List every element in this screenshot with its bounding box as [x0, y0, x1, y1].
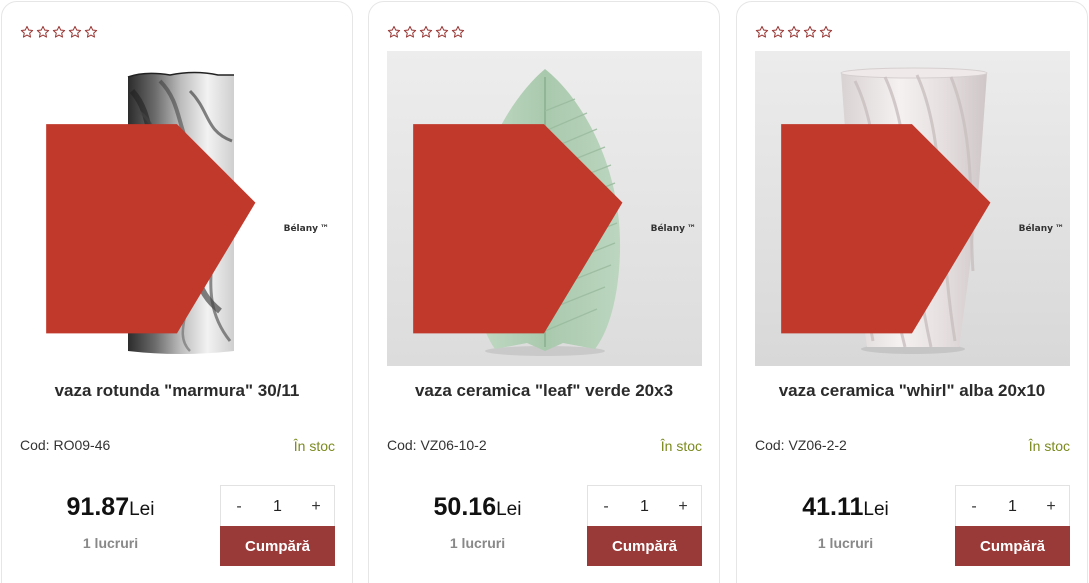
- product-price: 41.11Lei: [755, 493, 936, 522]
- product-image[interactable]: Bélany ™: [387, 51, 702, 366]
- star-icon: [755, 25, 769, 38]
- unit-count: 1 lucruri: [817, 535, 874, 551]
- stock-status: În stoc: [1028, 438, 1070, 454]
- qty-increase-button[interactable]: +: [665, 487, 701, 527]
- qty-increase-button[interactable]: +: [1033, 487, 1069, 527]
- star-icon: [20, 25, 34, 38]
- product-price: 50.16Lei: [387, 493, 568, 522]
- product-code: Cod: RO09-46: [20, 437, 111, 453]
- brand-mark-icon: [781, 124, 991, 334]
- rating-stars[interactable]: [20, 25, 98, 39]
- stock-status: În stoc: [660, 438, 702, 454]
- quantity-input[interactable]: [625, 491, 664, 522]
- price-value: 50.16: [433, 493, 497, 521]
- product-card: Bélany ™ vaza ceramica "leaf" verde 20x3 …: [368, 1, 720, 583]
- product-title[interactable]: vaza rotunda "marmura" 30/11: [2, 381, 352, 401]
- qty-decrease-button[interactable]: -: [588, 487, 624, 527]
- product-image[interactable]: Bélany ™: [755, 51, 1070, 366]
- star-icon: [771, 25, 785, 38]
- quantity-stepper: - +: [220, 485, 335, 527]
- product-code: Cod: VZ06-2-2: [755, 437, 847, 453]
- buy-button[interactable]: Cumpără: [587, 526, 702, 566]
- quantity-input[interactable]: [993, 491, 1032, 522]
- quantity-input[interactable]: [258, 491, 297, 522]
- rating-stars[interactable]: [387, 25, 465, 39]
- price-value: 91.87: [66, 493, 130, 521]
- quantity-stepper: - +: [587, 485, 702, 527]
- product-card: Bélany ™ vaza ceramica "whirl" alba 20x10…: [736, 1, 1088, 583]
- price-value: 41.11: [802, 493, 864, 521]
- star-icon: [36, 25, 50, 38]
- brand-name: Bélany: [283, 224, 318, 235]
- buy-button[interactable]: Cumpără: [955, 526, 1070, 566]
- buy-button[interactable]: Cumpără: [220, 526, 335, 566]
- rating-stars[interactable]: [755, 25, 833, 39]
- product-card: Bélany ™ vaza rotunda "marmura" 30/11 Cod…: [1, 1, 353, 583]
- unit-count: 1 lucruri: [82, 535, 139, 551]
- qty-increase-button[interactable]: +: [298, 487, 334, 527]
- product-title[interactable]: vaza ceramica "leaf" verde 20x3: [369, 381, 719, 401]
- qty-decrease-button[interactable]: -: [956, 487, 992, 527]
- star-icon: [787, 25, 801, 38]
- product-price: 91.87Lei: [20, 493, 201, 522]
- star-icon: [387, 25, 401, 38]
- price-currency: Lei: [129, 499, 155, 520]
- star-icon: [84, 25, 98, 38]
- qty-decrease-button[interactable]: -: [221, 487, 257, 527]
- brand-logo: Bélany ™: [20, 98, 329, 360]
- star-icon: [451, 25, 465, 38]
- product-code: Cod: VZ06-10-2: [387, 437, 487, 453]
- unit-count: 1 lucruri: [449, 535, 506, 551]
- brand-mark-icon: [46, 124, 256, 334]
- price-currency: Lei: [496, 499, 522, 520]
- star-icon: [52, 25, 66, 38]
- quantity-stepper: - +: [955, 485, 1070, 527]
- star-icon: [803, 25, 817, 38]
- brand-name: Bélany: [1018, 224, 1053, 235]
- star-icon: [403, 25, 417, 38]
- star-icon: [435, 25, 449, 38]
- price-currency: Lei: [863, 499, 889, 520]
- product-image[interactable]: Bélany ™: [20, 51, 335, 366]
- brand-mark-icon: [413, 124, 623, 334]
- brand-logo: Bélany ™: [387, 98, 696, 360]
- star-icon: [819, 25, 833, 38]
- brand-logo: Bélany ™: [755, 98, 1064, 360]
- stock-status: În stoc: [293, 438, 335, 454]
- brand-name: Bélany: [650, 224, 685, 235]
- star-icon: [419, 25, 433, 38]
- star-icon: [68, 25, 82, 38]
- product-title[interactable]: vaza ceramica "whirl" alba 20x10: [737, 381, 1087, 401]
